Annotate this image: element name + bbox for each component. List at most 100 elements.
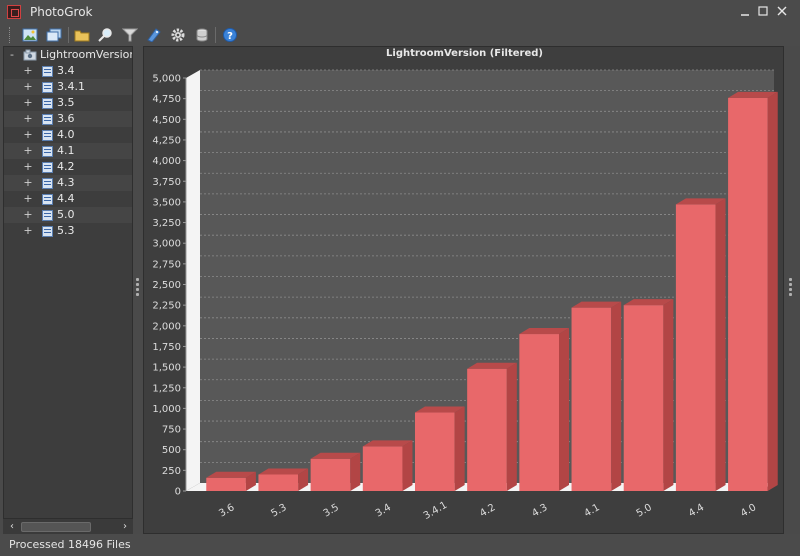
minimize-icon[interactable] — [736, 3, 754, 21]
tree-item-4-1[interactable]: + 4.1 — [4, 143, 132, 159]
tree-root[interactable]: - LightroomVersion — [4, 47, 133, 63]
tree-expand-toggle[interactable]: + — [23, 143, 33, 159]
film-strip-icon — [42, 114, 53, 125]
status-bar: Processed 18496 Files — [0, 534, 800, 556]
left-splitter-grip[interactable] — [136, 276, 140, 302]
tree-expand-toggle[interactable]: + — [23, 95, 33, 111]
toolbar-grip[interactable] — [9, 27, 12, 43]
bar-side — [402, 440, 413, 491]
bar-chart: 0 250 500 750 1,000 1,250 1,500 1,750 2,000 2,250… — [152, 69, 778, 522]
film-strip-icon — [42, 66, 53, 77]
film-strip-icon — [42, 82, 53, 93]
bar — [571, 307, 612, 491]
scrollbar-thumb[interactable] — [21, 522, 91, 532]
film-strip-icon — [42, 194, 53, 205]
y-tick-label: 2,750 — [152, 259, 181, 270]
tree-panel: - LightroomVersion + 3.4 + 3.4.1 + 3.5 +… — [3, 46, 133, 534]
tree-item-5-0[interactable]: + 5.0 — [4, 207, 132, 223]
y-tick-label: 2,500 — [152, 280, 181, 291]
tree-item-label: 5.0 — [57, 208, 75, 221]
close-icon[interactable] — [773, 3, 791, 21]
x-tick-label: 4.1 — [582, 502, 601, 519]
x-tick-label: 3.4.1 — [422, 500, 450, 522]
x-tick-label: 4.2 — [478, 502, 497, 519]
tree-expand-toggle[interactable]: + — [23, 175, 33, 191]
x-tick-label: 4.0 — [739, 502, 758, 519]
tree-collapse-toggle[interactable]: - — [7, 47, 17, 63]
tree-item-3-4[interactable]: + 3.4 — [4, 63, 132, 79]
film-strip-icon — [42, 146, 53, 157]
y-tick-label: 2,250 — [152, 301, 181, 312]
open-image-icon[interactable] — [21, 26, 39, 44]
bar — [310, 458, 351, 491]
title-bar: PhotoGrok — [0, 0, 800, 24]
tree-item-4-3[interactable]: + 4.3 — [4, 175, 132, 191]
bar-side — [506, 362, 517, 491]
folder-camera-icon — [23, 49, 37, 61]
film-strip-icon — [42, 210, 53, 221]
bar — [728, 97, 768, 491]
tree-item-4-4[interactable]: + 4.4 — [4, 191, 132, 207]
y-tick-label: 4,250 — [152, 135, 181, 146]
tree-horizontal-scrollbar[interactable]: ‹ › — [3, 518, 133, 534]
tree-expand-toggle[interactable]: + — [23, 79, 33, 95]
tree-item-label: 4.3 — [57, 176, 75, 189]
tree-item-3-6[interactable]: + 3.6 — [4, 111, 132, 127]
app-logo-icon — [7, 5, 21, 19]
toolbar-separator — [68, 27, 69, 43]
bar-side — [559, 328, 570, 491]
tree-expand-toggle[interactable]: + — [23, 207, 33, 223]
bar — [206, 477, 246, 491]
tree-item-5-3[interactable]: + 5.3 — [4, 223, 132, 239]
film-strip-icon — [42, 130, 53, 141]
plot-left-wall — [186, 70, 200, 491]
folder-icon[interactable] — [73, 26, 91, 44]
tree-expand-toggle[interactable]: + — [23, 159, 33, 175]
bar — [467, 368, 507, 491]
film-strip-icon — [42, 162, 53, 173]
tree-expand-toggle[interactable]: + — [23, 223, 33, 239]
tree-item-3-5[interactable]: + 3.5 — [4, 95, 132, 111]
tree-expand-toggle[interactable]: + — [23, 191, 33, 207]
database-icon[interactable] — [193, 26, 211, 44]
y-tick-label: 5,000 — [152, 74, 181, 85]
tree-expand-toggle[interactable]: + — [23, 63, 33, 79]
y-tick-label: 3,250 — [152, 218, 181, 229]
x-tick-label: 5.3 — [269, 502, 288, 519]
help-icon[interactable]: ? — [221, 26, 239, 44]
tree-item-4-2[interactable]: + 4.2 — [4, 159, 132, 175]
filter-icon[interactable] — [121, 26, 139, 44]
x-tick-label: 4.4 — [687, 502, 706, 519]
tag-icon[interactable] — [145, 26, 163, 44]
batch-images-icon[interactable] — [45, 26, 63, 44]
scroll-left-icon[interactable]: ‹ — [6, 520, 18, 534]
y-tick-label: 4,500 — [152, 115, 181, 126]
tree-root-label: LightroomVersion — [40, 48, 133, 61]
tree-expand-toggle[interactable]: + — [23, 111, 33, 127]
bar — [414, 412, 455, 491]
window-title: PhotoGrok — [30, 5, 93, 19]
x-tick-label: 3.4 — [374, 502, 393, 519]
tree-expand-toggle[interactable]: + — [23, 127, 33, 143]
search-icon[interactable] — [97, 26, 115, 44]
y-tick-label: 4,000 — [152, 156, 181, 167]
bar-side — [350, 452, 361, 491]
gear-icon[interactable] — [169, 26, 187, 44]
tree-item-3-4-1[interactable]: + 3.4.1 — [4, 79, 132, 95]
y-tick-label: 4,750 — [152, 94, 181, 105]
toolbar: ? — [0, 24, 800, 46]
y-tick-label: 0 — [175, 487, 181, 498]
film-strip-icon — [42, 178, 53, 189]
bar — [519, 334, 560, 491]
scroll-right-icon[interactable]: › — [119, 520, 131, 534]
tree-item-label: 3.4.1 — [57, 80, 85, 93]
tree-item-label: 3.5 — [57, 96, 75, 109]
tree-item-label: 4.0 — [57, 128, 75, 141]
y-tick-label: 1,000 — [152, 404, 181, 415]
tree-item-4-0[interactable]: + 4.0 — [4, 127, 132, 143]
right-splitter-grip[interactable] — [789, 276, 793, 302]
tree-item-label: 4.4 — [57, 192, 75, 205]
bar-side — [715, 198, 726, 492]
maximize-icon[interactable] — [754, 3, 772, 21]
y-tick-label: 1,500 — [152, 363, 181, 374]
